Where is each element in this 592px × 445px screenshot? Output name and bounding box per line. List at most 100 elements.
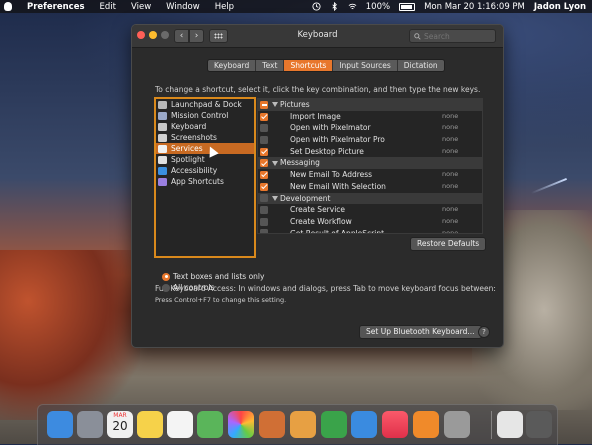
help-button[interactable]: ?: [478, 326, 490, 338]
bluetooth-keyboard-button[interactable]: Set Up Bluetooth Keyboard...: [359, 325, 482, 339]
keyboard-icon: [158, 122, 167, 131]
shortcut-key[interactable]: none: [442, 134, 482, 146]
shortcut-name: Import Image: [290, 111, 341, 121]
shortcut-checkbox[interactable]: [260, 159, 268, 168]
shortcut-key[interactable]: none: [442, 122, 482, 134]
numbers-icon[interactable]: [321, 411, 347, 438]
shortcut-row[interactable]: New Email To Address none: [258, 169, 482, 181]
bluetooth-icon[interactable]: [330, 2, 339, 11]
shortcut-key[interactable]: none: [442, 228, 482, 233]
launchpad-icon[interactable]: [77, 411, 103, 438]
tab-dictation[interactable]: Dictation: [397, 60, 444, 71]
system-preferences-icon[interactable]: [444, 411, 470, 438]
shortcut-checkbox[interactable]: [260, 170, 268, 179]
battery-icon[interactable]: [399, 2, 416, 11]
shortcut-key[interactable]: none: [442, 146, 482, 158]
tab-keyboard[interactable]: Keyboard: [208, 60, 257, 71]
search-input[interactable]: [424, 31, 489, 41]
shortcut-row[interactable]: Create Service none: [258, 204, 482, 216]
preview-icon[interactable]: [259, 411, 285, 438]
category-mission-control[interactable]: Mission Control: [156, 110, 254, 121]
calendar-month: MAR: [113, 412, 127, 419]
category-screenshots[interactable]: Screenshots: [156, 132, 254, 143]
radio-button[interactable]: [162, 283, 170, 292]
menu-window[interactable]: Window: [166, 2, 200, 12]
shortcut-key[interactable]: none: [442, 169, 482, 181]
calendar-icon[interactable]: MAR 20: [107, 411, 133, 438]
shortcut-checkbox[interactable]: [260, 124, 268, 133]
shortcut-checkbox[interactable]: [260, 229, 268, 233]
books-icon[interactable]: [413, 411, 439, 438]
tab-shortcuts[interactable]: Shortcuts: [284, 60, 334, 71]
music-icon[interactable]: [382, 411, 408, 438]
keynote-icon[interactable]: [351, 411, 377, 438]
radio-text-boxes[interactable]: Text boxes and lists only: [162, 272, 264, 281]
disclosure-triangle-icon[interactable]: [272, 160, 278, 166]
shortcut-name: Set Desktop Picture: [290, 146, 364, 156]
search-field[interactable]: [409, 29, 496, 43]
maps-icon[interactable]: [197, 411, 223, 438]
shortcut-row[interactable]: Create Workflow none: [258, 216, 482, 228]
notes-icon[interactable]: [137, 411, 163, 438]
category-accessibility[interactable]: Accessibility: [156, 165, 254, 176]
category-launchpad-dock[interactable]: Launchpad & Dock: [156, 99, 254, 110]
pages-icon[interactable]: [290, 411, 316, 438]
tab-text[interactable]: Text: [256, 60, 285, 71]
menu-edit[interactable]: Edit: [100, 2, 116, 12]
shortcut-checkbox[interactable]: [260, 100, 268, 109]
menu-clock[interactable]: Mon Mar 20 1:16:09 PM: [424, 2, 525, 12]
time-machine-icon[interactable]: [312, 2, 321, 11]
shortcut-key[interactable]: none: [442, 111, 482, 123]
shortcut-row[interactable]: New Email With Selection none: [258, 181, 482, 193]
shortcut-checkbox[interactable]: [260, 182, 268, 191]
apple-logo-icon[interactable]: [4, 2, 12, 11]
wifi-icon[interactable]: [348, 2, 357, 11]
shortcut-group-row[interactable]: Development: [258, 192, 482, 205]
photos-icon[interactable]: [228, 411, 254, 438]
menu-view[interactable]: View: [131, 2, 151, 12]
category-app-shortcuts[interactable]: App Shortcuts: [156, 176, 254, 187]
screenshot-icon: [158, 133, 167, 142]
reminders-icon[interactable]: [167, 411, 193, 438]
title-bar[interactable]: ‹ › Keyboard: [132, 25, 503, 48]
shortcut-checkbox[interactable]: [260, 147, 268, 156]
shortcut-checkbox[interactable]: [260, 206, 268, 215]
battery-percent[interactable]: 100%: [366, 2, 390, 12]
tab-input-sources[interactable]: Input Sources: [333, 60, 398, 71]
shortcut-row[interactable]: Open with Pixelmator none: [258, 122, 482, 134]
shortcut-name: Development: [280, 193, 331, 203]
shortcut-checkbox[interactable]: [260, 135, 268, 144]
shortcut-name: Create Service: [290, 205, 346, 215]
shortcut-checkbox[interactable]: [260, 112, 268, 121]
menu-help[interactable]: Help: [215, 2, 234, 12]
menu-app-name[interactable]: Preferences: [27, 2, 85, 12]
category-keyboard[interactable]: Keyboard: [156, 121, 254, 132]
shortcut-key[interactable]: none: [442, 216, 482, 228]
shortcut-group-row[interactable]: Pictures: [258, 99, 482, 111]
shortcut-row[interactable]: Import Image none: [258, 111, 482, 123]
launchpad-icon: [158, 100, 167, 109]
calendar-day: 20: [112, 419, 128, 433]
file-icon[interactable]: [497, 411, 523, 438]
menu-bar: Preferences Edit View Window Help 100% M…: [0, 0, 592, 13]
finder-icon[interactable]: [47, 411, 73, 438]
shortcut-group-row[interactable]: Messaging: [258, 157, 482, 170]
category-label: Keyboard: [171, 122, 207, 131]
radio-all-controls[interactable]: All controls: [162, 283, 215, 292]
shortcut-row[interactable]: Get Result of AppleScript none: [258, 228, 482, 233]
shortcut-row[interactable]: Open with Pixelmator Pro none: [258, 134, 482, 146]
shortcut-name: Open with Pixelmator Pro: [290, 135, 385, 145]
shortcut-checkbox[interactable]: [260, 194, 268, 203]
disclosure-triangle-icon[interactable]: [272, 195, 278, 201]
shortcut-key[interactable]: none: [442, 181, 482, 193]
radio-button-selected[interactable]: [162, 272, 170, 281]
shortcut-checkbox[interactable]: [260, 217, 268, 226]
disclosure-triangle-icon[interactable]: [272, 102, 278, 108]
menu-user[interactable]: Jadon Lyon: [534, 2, 586, 12]
shortcut-key[interactable]: none: [442, 204, 482, 216]
shortcut-row[interactable]: Set Desktop Picture none: [258, 146, 482, 158]
restore-defaults-button[interactable]: Restore Defaults: [410, 237, 487, 251]
shortcut-name: Open with Pixelmator: [290, 123, 371, 133]
trash-icon[interactable]: [526, 411, 552, 438]
category-spotlight[interactable]: Spotlight: [156, 154, 254, 165]
